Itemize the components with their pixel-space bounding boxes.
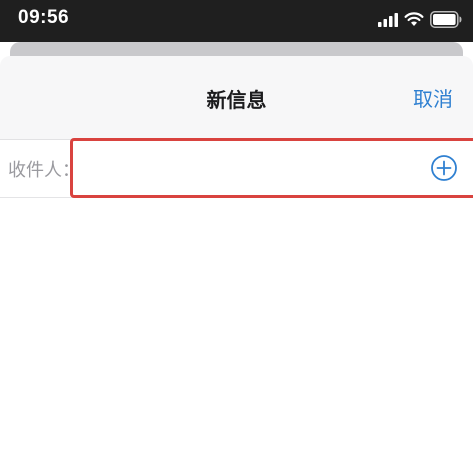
- new-message-screen: 09:56 新信息 取消 收件人：: [0, 0, 473, 459]
- navigation-bar: 新信息 取消: [0, 56, 473, 140]
- status-time: 09:56: [18, 7, 70, 28]
- wifi-icon: [404, 12, 424, 26]
- add-contact-button[interactable]: [430, 154, 458, 182]
- recipient-input[interactable]: [70, 138, 473, 198]
- recipient-row: 收件人：: [0, 138, 473, 198]
- message-body-area[interactable]: [0, 198, 473, 459]
- status-bar: 09:56: [0, 0, 473, 42]
- compose-sheet: 新信息 取消 收件人：: [0, 56, 473, 459]
- signal-icon: [378, 13, 398, 27]
- plus-circle-icon: [431, 155, 457, 181]
- battery-icon: [430, 11, 462, 28]
- page-title: 新信息: [206, 88, 267, 112]
- cancel-button[interactable]: 取消: [413, 83, 453, 112]
